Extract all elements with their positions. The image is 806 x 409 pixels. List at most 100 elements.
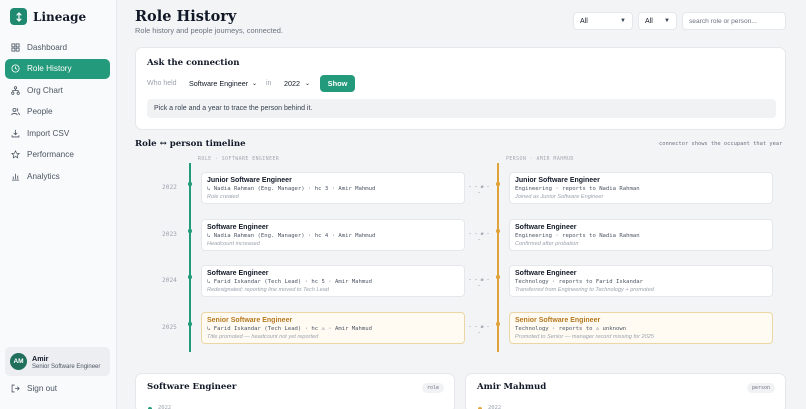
search-input[interactable] [682, 12, 786, 30]
role-event-note: Role created [207, 193, 239, 200]
role-event-title: Senior Software Engineer [207, 317, 293, 324]
person-event-card[interactable]: Junior Software Engineer Engineering · r… [509, 172, 773, 204]
role-card-title: Software Engineer [147, 382, 237, 392]
person-event-meta: Engineering · reports to Nadia Rahman [515, 186, 640, 192]
brand-name: Lineage [33, 9, 87, 24]
user-name: Amir [32, 353, 49, 363]
occupant-connector: - - ⇄ - - [468, 231, 490, 243]
filter-value: All [580, 17, 588, 25]
person-event-note: Confirmed after probation [515, 240, 579, 247]
role-card-year: 2022 [158, 405, 172, 409]
occupant-connector: - - ⇄ - - [468, 324, 490, 336]
person-event-meta: Technology · reports to Farid Iskandar [515, 279, 643, 285]
timeline-year: 2022 [162, 184, 177, 191]
timeline-year: 2025 [162, 324, 177, 331]
person-event-meta: Technology · reports to ⚠ unknown [515, 326, 627, 332]
show-button[interactable]: Show [320, 75, 355, 92]
person-badge: person [746, 383, 775, 393]
timeline-title: Role ↔ person timeline [135, 139, 246, 149]
connection-title: Ask the connection [147, 58, 240, 68]
connection-hint: Pick a role and a year to trace the pers… [147, 99, 776, 118]
role-select[interactable]: Software Engineer ⌄ [183, 76, 263, 91]
person-event-card[interactable]: Software Engineer Engineering · reports … [509, 219, 773, 251]
person-event-title: Junior Software Engineer [515, 177, 600, 184]
page-subtitle: Role history and people journeys, connec… [135, 26, 283, 35]
person-event-note: Transferred from Engineering to Technolo… [515, 286, 654, 293]
brand[interactable]: Lineage [10, 8, 86, 25]
role-event-note: Headcount increased [207, 240, 260, 247]
role-event-note: Title promoted — headcount not yet repor… [207, 333, 319, 340]
person-event-title: Software Engineer [515, 224, 577, 231]
person-timeline-dot [496, 275, 500, 279]
filter-select-2[interactable]: All ▼ [638, 12, 677, 30]
sidebar-item-label: Role History [27, 64, 72, 73]
sidebar-nav: Dashboard Role History Org Chart People … [5, 37, 110, 188]
sidebar-item-role-history[interactable]: Role History [5, 58, 110, 79]
sidebar-item-label: Dashboard [27, 42, 68, 52]
role-event-card[interactable]: Senior Software Engineer ↳ Farid Iskanda… [201, 312, 465, 344]
chevron-down-icon: ▼ [664, 18, 670, 24]
sidebar-item-dashboard[interactable]: Dashboard [5, 37, 110, 57]
sign-out-icon [11, 384, 20, 393]
role-event-meta: ↳ Farid Iskandar (Tech Lead) · hc 5 · Am… [207, 279, 373, 285]
user-card[interactable]: AM Amir Senior Software Engineer [5, 347, 110, 376]
sidebar-item-label: Import CSV [27, 128, 70, 138]
role-column-header: ROLE · SOFTWARE ENGINEER [198, 157, 280, 162]
user-role: Senior Software Engineer [32, 363, 101, 370]
timeline-year: 2023 [162, 231, 177, 238]
sidebar-item-analytics[interactable]: Analytics [5, 166, 110, 186]
role-event-title: Software Engineer [207, 270, 269, 277]
sidebar-item-performance[interactable]: Performance [5, 145, 110, 165]
download-icon [11, 129, 20, 137]
clock-icon [11, 64, 20, 73]
people-icon [11, 107, 20, 116]
person-card-year: 2022 [488, 405, 502, 409]
person-timeline-dot [496, 229, 500, 233]
sidebar-item-org-chart[interactable]: Org Chart [5, 80, 110, 100]
role-timeline-dot [188, 322, 192, 326]
person-event-title: Software Engineer [515, 270, 577, 277]
star-icon [11, 150, 20, 159]
role-event-title: Junior Software Engineer [207, 177, 292, 184]
person-card-title: Amir Mahmud [477, 382, 547, 392]
role-select-value: Software Engineer [189, 79, 249, 88]
role-timeline-dot [188, 182, 192, 186]
person-event-meta: Engineering · reports to Nadia Rahman [515, 233, 640, 239]
role-event-note: Redesignated; reporting line moved to Te… [207, 286, 330, 293]
sidebar-item-label: Org Chart [27, 85, 63, 95]
role-card[interactable]: Software Engineer role 2022 [135, 373, 455, 409]
role-badge: role [421, 383, 444, 393]
person-event-title: Senior Software Engineer [515, 317, 601, 324]
sidebar-item-label: Performance [27, 150, 74, 159]
person-timeline-dot [496, 182, 500, 186]
person-column-header: PERSON · AMIR MAHMUD [506, 157, 574, 162]
person-event-note: Promoted to Senior — manager record miss… [515, 333, 654, 340]
user-info: Amir Senior Software Engineer [32, 354, 100, 370]
person-event-note: Joined as Junior Software Engineer [515, 193, 604, 200]
person-event-card[interactable]: Software Engineer Technology · reports t… [509, 265, 773, 297]
page-title: Role History [135, 8, 237, 25]
timeline-note: connector shows the occupant that year [659, 141, 783, 147]
bar-chart-icon [11, 173, 20, 181]
occupant-connector: - - ⇄ - - [468, 277, 490, 289]
sign-out-button[interactable]: Sign out [11, 384, 57, 393]
connection-card: Ask the connection Who held Software Eng… [135, 47, 786, 130]
sign-out-label: Sign out [27, 384, 58, 393]
sidebar-item-import-csv[interactable]: Import CSV [5, 123, 110, 143]
person-card[interactable]: Amir Mahmud person 2022 [465, 373, 786, 409]
chevron-down-icon: ⌄ [304, 81, 310, 87]
role-event-card[interactable]: Software Engineer ↳ Farid Iskandar (Tech… [201, 265, 465, 297]
org-chart-icon [11, 85, 20, 95]
avatar: AM [10, 353, 27, 370]
role-event-card[interactable]: Junior Software Engineer ↳ Nadia Rahman … [201, 172, 465, 204]
year-select[interactable]: 2022 ⌄ [278, 76, 316, 91]
role-timeline-dot [188, 275, 192, 279]
filter-value: All [645, 17, 653, 25]
sidebar-item-people[interactable]: People [5, 102, 110, 122]
role-event-meta: ↳ Nadia Rahman (Eng. Manager) · hc 3 · A… [207, 186, 376, 192]
filter-select-1[interactable]: All ▼ [573, 12, 633, 30]
person-event-card[interactable]: Senior Software Engineer Technology · re… [509, 312, 773, 344]
role-event-card[interactable]: Software Engineer ↳ Nadia Rahman (Eng. M… [201, 219, 465, 251]
lineage-logo-icon [10, 8, 27, 25]
who-held-label: Who held [147, 80, 177, 87]
